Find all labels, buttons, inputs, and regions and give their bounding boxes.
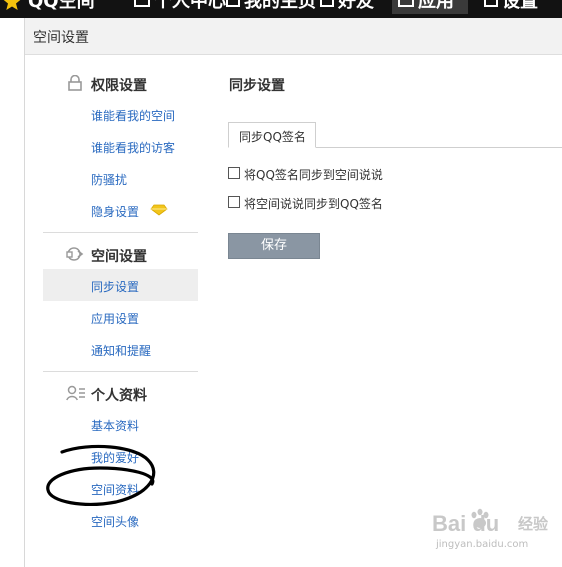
section-title-profile: 个人资料 xyxy=(91,388,147,404)
sidebar-item-app-settings[interactable]: 应用设置 xyxy=(91,310,139,327)
sidebar-item-sync-settings[interactable]: 同步设置 xyxy=(91,278,139,295)
watermark-url: jingyan.baidu.com xyxy=(436,539,529,550)
checkbox[interactable] xyxy=(228,167,240,179)
top-nav-bar: QQ空间 个人中心 我的主页 好友 应用 设置 xyxy=(0,0,562,18)
baidu-jingyan-watermark: Bai du 经验 jingyan.baidu.com xyxy=(432,505,562,555)
star-icon xyxy=(3,0,21,10)
top-nav-personal-center[interactable]: 个人中心 xyxy=(134,0,226,14)
top-nav-friends[interactable]: 好友 xyxy=(320,0,374,14)
content-left-border xyxy=(24,18,25,567)
sidebar-item-who-can-see-space[interactable]: 谁能看我的空间 xyxy=(91,107,175,124)
option-label: 将空间说说同步到QQ签名 xyxy=(244,197,383,211)
tab-sync-qq-signature[interactable]: 同步QQ签名 xyxy=(228,122,316,148)
top-nav-homepage[interactable]: 我的主页 xyxy=(226,0,316,14)
top-nav-apps[interactable]: 应用 xyxy=(392,0,468,14)
paw-icon xyxy=(468,507,492,531)
sidebar-item-anti-harassment[interactable]: 防骚扰 xyxy=(91,171,127,188)
main-title: 同步设置 xyxy=(229,78,285,94)
settings-icon xyxy=(484,0,498,7)
lock-icon xyxy=(68,75,82,91)
friends-icon xyxy=(320,0,334,7)
space-icon xyxy=(66,247,84,261)
watermark-sub: 经验 xyxy=(518,515,549,533)
option-sync-qq-to-space[interactable]: 将QQ签名同步到空间说说 xyxy=(228,166,428,182)
option-sync-space-to-qq[interactable]: 将空间说说同步到QQ签名 xyxy=(228,195,428,211)
checkbox[interactable] xyxy=(228,196,240,208)
section-title-space-settings: 空间设置 xyxy=(91,249,147,265)
page-icon xyxy=(226,0,240,7)
vip-diamond-icon xyxy=(150,204,168,216)
save-button[interactable]: 保存 xyxy=(228,233,320,259)
sidebar-item-notifications[interactable]: 通知和提醒 xyxy=(91,342,151,359)
sidebar-divider xyxy=(43,371,198,372)
sidebar-divider xyxy=(43,232,198,233)
option-label: 将QQ签名同步到空间说说 xyxy=(244,168,383,182)
section-title-permissions: 权限设置 xyxy=(91,78,147,94)
tab-label: 同步QQ签名 xyxy=(239,130,306,144)
page-header: 空间设置 xyxy=(25,18,562,55)
sidebar-item-invisible[interactable]: 隐身设置 xyxy=(91,203,139,220)
sidebar-item-who-can-see-visitors[interactable]: 谁能看我的访客 xyxy=(91,139,175,156)
sidebar-item-basic-info[interactable]: 基本资料 xyxy=(91,417,139,434)
sidebar-item-space-avatar[interactable]: 空间头像 xyxy=(91,513,139,530)
home-icon xyxy=(134,0,150,7)
hand-drawn-circle-annotation xyxy=(46,444,156,506)
page-title: 空间设置 xyxy=(33,30,89,46)
profile-icon xyxy=(66,385,85,401)
grid-icon xyxy=(398,0,414,7)
top-nav-settings[interactable]: 设置 xyxy=(484,0,538,14)
